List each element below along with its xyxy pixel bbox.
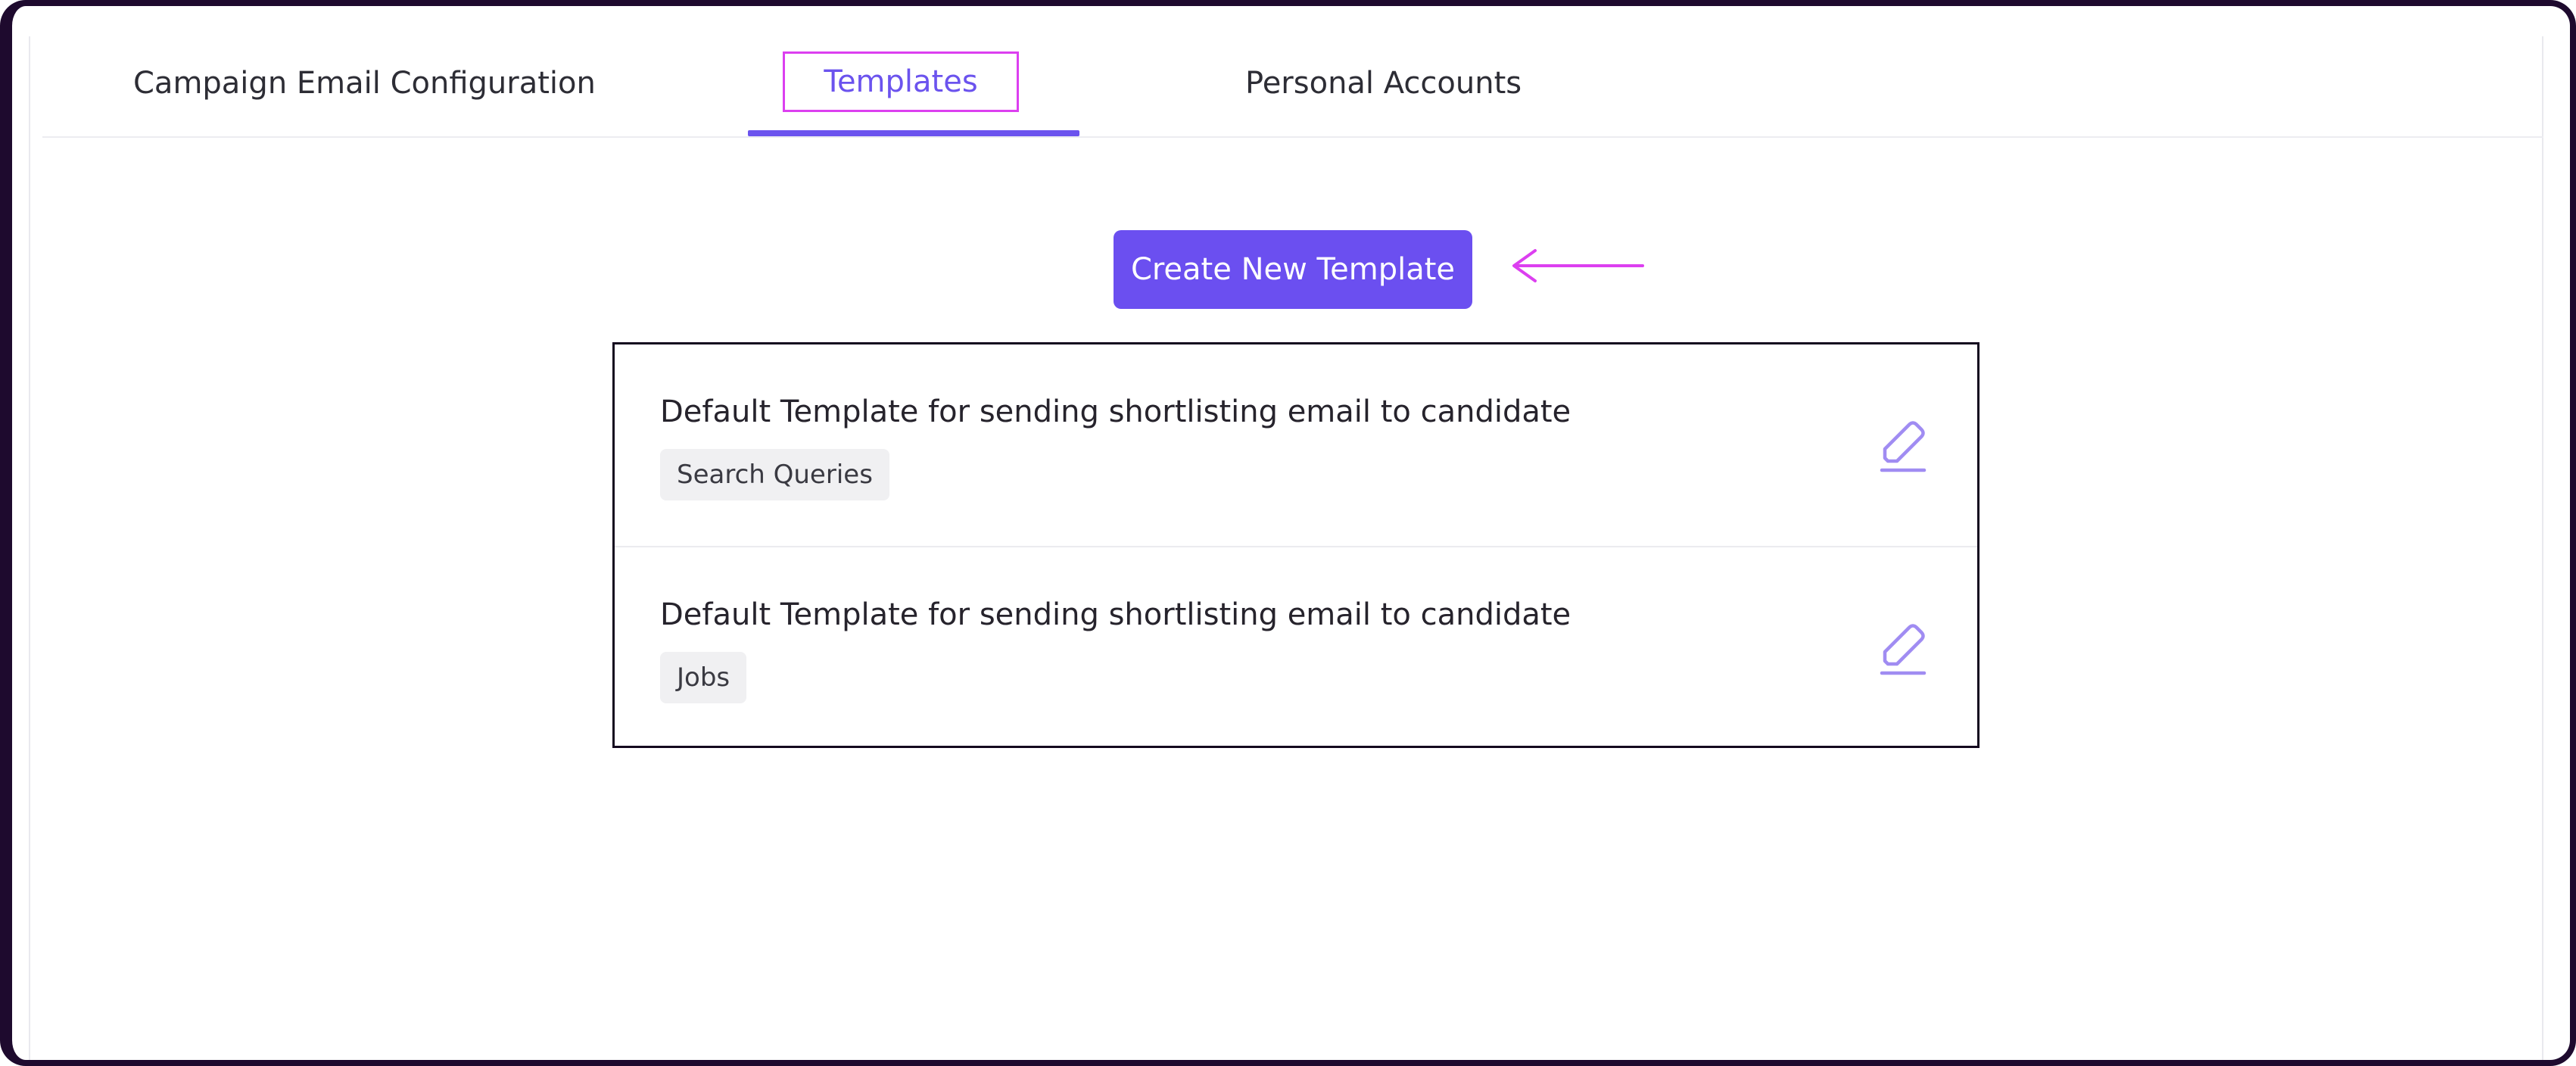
template-tag: Search Queries (660, 449, 889, 500)
tab-campaign-email-configuration[interactable]: Campaign Email Configuration (133, 56, 596, 111)
template-row[interactable]: Default Template for sending shortlistin… (615, 547, 1977, 749)
pencil-edit-icon[interactable] (1871, 413, 1935, 476)
template-title: Default Template for sending shortlistin… (660, 394, 1571, 429)
tab-personal-accounts[interactable]: Personal Accounts (1245, 56, 1522, 111)
app-frame: Campaign Email Configuration Templates P… (0, 0, 2576, 1066)
active-tab-indicator (748, 130, 1079, 136)
content-left-border (29, 36, 30, 1060)
tab-templates[interactable]: Templates (783, 51, 1019, 112)
template-row[interactable]: Default Template for sending shortlistin… (615, 344, 1977, 547)
pencil-edit-icon[interactable] (1871, 616, 1935, 679)
create-new-template-button[interactable]: Create New Template (1114, 230, 1472, 309)
templates-list: Default Template for sending shortlistin… (612, 342, 1980, 748)
content-right-border (2542, 36, 2543, 1060)
arrow-left-icon (1512, 249, 1644, 282)
template-tag: Jobs (660, 652, 747, 703)
template-title: Default Template for sending shortlistin… (660, 597, 1571, 632)
tab-bar: Campaign Email Configuration Templates P… (42, 6, 2543, 138)
